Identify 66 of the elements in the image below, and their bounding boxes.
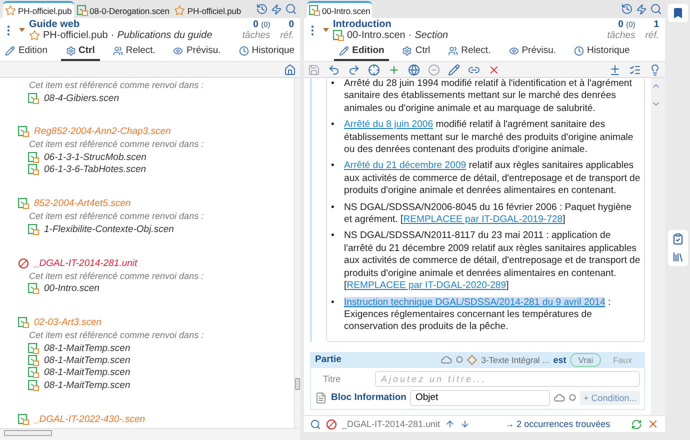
part-title: Partie [315, 354, 342, 366]
view-tab[interactable]: Historique [569, 42, 635, 61]
reference-link[interactable]: 1-Flexibilite-Contexte-Obj.scen [44, 224, 174, 235]
option-toggle[interactable]: Vrai [570, 352, 602, 367]
view-tab[interactable]: Relect. [108, 42, 160, 61]
document-link[interactable]: Arrêté du 8 juin 2006 [344, 119, 434, 130]
item-name[interactable]: _DGAL-IT-2014-281.unit [34, 258, 138, 269]
reference-link[interactable]: 08-1-MaitTemp.scen [44, 355, 130, 366]
separator: · [408, 30, 412, 41]
bullet-text: Instruction technique DGAL/SDSSA/2014-281 du 9 avril 2014 : Exigences réglementaires concernant les températures de conservation des produits de la pêche. [344, 296, 612, 334]
bullet-text: NS DGAL/SDSSA/N2011-8117 du 23 mai 2011 : application de l'arrêté du 21 décembre 2009 relatif aux règles sanitaires applicables aux activités de commerce de détail, d'entreposage et de transport de produits d'origine animale et denrées alimentaires en contenant. [REMPLACEE par IT-DGAL-2020-289] [344, 230, 641, 292]
view-tab[interactable]: Prévisu. [168, 42, 226, 61]
tasks-label: tâches [242, 30, 270, 41]
document-type: Section [414, 30, 448, 41]
search-item: _DGAL-IT-2014-281.unit [342, 419, 440, 429]
reference-note: Cet item est référencé comme renvoi dans : [28, 270, 205, 283]
bullet: • [331, 202, 336, 215]
reference-note: Cet item est référencé comme renvoi dans : [28, 139, 205, 152]
file-name: PH-officiel.pub [43, 30, 108, 41]
reference-link[interactable]: 08-1-MaitTemp.scen [44, 380, 130, 391]
view-tab[interactable]: Prévisu. [504, 42, 562, 61]
refs-label: réf. [280, 30, 294, 41]
separator: · [110, 30, 114, 41]
document-title: Introduction [333, 19, 392, 30]
bullet-text: Arrêté du 21 décembre 2009 relatif aux règles sanitaires applicables aux activités de commerce de détail, d'entreposage et de transport de produits d'origine animale et denrées alimentaires en contenant. [344, 160, 641, 198]
reference-link[interactable]: 00-Intro.scen [44, 283, 100, 294]
document-link[interactable]: Arrêté du 21 décembre 2009 [344, 160, 466, 172]
condition-name: 3-Texte Intégral ... [481, 354, 550, 365]
bullet-text: Arrêté du 8 juin 2006 modifié relatif à l'agrément sanitaire des établissements mettant sur le marché des produits d'origine animale ou des denrées contenant des produits d'origine animale. [344, 119, 634, 156]
reference-note: Cet item est référencé comme renvoi dans : [28, 80, 205, 92]
view-tab[interactable]: Relect. [443, 42, 496, 61]
file-tab[interactable]: 00-Intro.scen [307, 1, 372, 18]
reference-link[interactable]: 08-4-Gibiers.scen [44, 92, 119, 104]
document-title: Guide web [29, 19, 81, 30]
bullet: • [331, 230, 336, 244]
bullet-text: Arrêté du 28 juin 1994 modifié relatif à l'identification et à l'agrément sanitaire des établissements mettant sur le marché des denrées animales ou d'origine animale et au marquage de salubrité. [344, 78, 633, 116]
document-type: Publications du guide [117, 30, 212, 41]
file-name: 00-Intro.scen [347, 30, 406, 41]
view-tab[interactable]: Historique [234, 42, 300, 61]
block-label: Bloc Information [331, 392, 406, 404]
ref-count: 1 [654, 19, 659, 30]
bullet-text: NS DGAL/SDSSA/N2006-8045 du 16 février 2006 : Paquet hygiène et agrément. [REMPLACEE par IT-DGAL-2019-728] [344, 202, 632, 226]
refs-label: réf. [645, 30, 659, 41]
document-link[interactable]: REMPLACEE par IT-DGAL-2020-289 [346, 280, 506, 292]
view-tab[interactable]: Ctrl [397, 42, 436, 61]
ref-count: 0 [288, 19, 294, 30]
file-tab[interactable]: 08-0-Derogation.scen [74, 1, 172, 18]
reference-link[interactable]: 08-1-MaitTemp.scen [44, 367, 130, 378]
title-label: Titre [322, 374, 342, 384]
reference-link[interactable]: 06-1-3-1-StrucMob.scen [44, 152, 146, 164]
tasks-label: tâches [607, 30, 636, 41]
bullet: • [331, 296, 336, 310]
bullet: • [331, 78, 336, 91]
reference-note: Cet item est référencé comme renvoi dans : [28, 211, 205, 224]
bullet: • [331, 119, 336, 132]
bullet: • [331, 160, 336, 174]
reference-note: Cet item est référencé comme renvoi dans : [28, 330, 205, 342]
document-link[interactable]: REMPLACEE par IT-DGAL-2019-728 [403, 214, 563, 226]
view-tab[interactable]: Edition [0, 42, 52, 61]
is-label: est [553, 354, 566, 365]
reference-link[interactable]: 06-1-3-6-TabHotes.scen [44, 164, 146, 176]
file-tab[interactable]: PH-officiel.pub [3, 1, 74, 18]
reference-link[interactable]: 08-1-MaitTemp.scen [44, 342, 130, 354]
search-result: → 2 occurrences trouvées [505, 419, 610, 429]
block-field[interactable]: Objet [410, 390, 550, 406]
file-tab[interactable]: PH-officiel.pub [172, 1, 243, 18]
